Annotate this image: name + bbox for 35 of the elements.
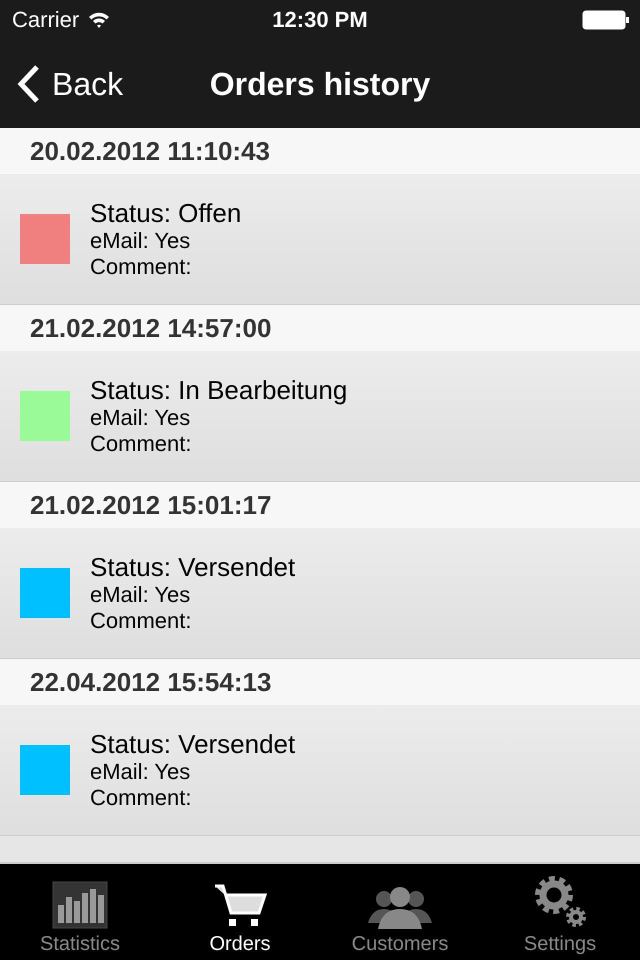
section-header: 21.02.2012 15:01:17	[0, 482, 640, 528]
status-time: 12:30 PM	[272, 7, 368, 33]
battery-icon	[582, 10, 630, 30]
wifi-icon	[87, 11, 112, 29]
people-icon	[368, 885, 432, 929]
tab-item[interactable]: Statistics	[0, 864, 160, 960]
email-text: eMail: Yes	[90, 405, 192, 431]
section-header: 20.02.2012 11:10:43	[0, 128, 640, 174]
status-text: Status: Versendet	[90, 552, 296, 582]
comment-text: Comment:	[90, 608, 192, 634]
back-button[interactable]: Back	[0, 65, 124, 103]
carrier-label: Carrier	[12, 7, 80, 33]
section-header: 22.04.2012 15:54:13	[0, 659, 640, 705]
order-row[interactable]: Status: Versendet eMail: Yes Comment:	[0, 528, 640, 659]
chevron-icon	[16, 65, 40, 103]
comment-text: Comment:	[90, 431, 192, 457]
order-row[interactable]: Status: Offen eMail: Yes Comment:	[0, 174, 640, 305]
comment-text: Comment:	[90, 254, 192, 280]
order-row[interactable]: Status: In Bearbeitung eMail: Yes Comment:	[0, 351, 640, 482]
gears-icon	[532, 873, 588, 929]
tab-item[interactable]: Orders	[160, 864, 320, 960]
section-header: 21.02.2012 14:57:00	[0, 305, 640, 351]
status-text: Status: Versendet	[90, 729, 296, 759]
status-text: Status: Offen	[90, 198, 242, 228]
email-text: eMail: Yes	[90, 759, 192, 785]
bar-chart-icon	[52, 881, 108, 929]
status-text: Status: In Bearbeitung	[90, 375, 348, 405]
email-text: eMail: Yes	[90, 582, 192, 608]
order-row[interactable]: Status: Versendet eMail: Yes Comment:	[0, 705, 640, 836]
cart-icon	[213, 883, 267, 929]
tab-item[interactable]: Settings	[480, 864, 640, 960]
email-text: eMail: Yes	[90, 228, 192, 254]
nav-title: Orders history	[210, 66, 430, 102]
tab-item[interactable]: Customers	[320, 864, 480, 960]
comment-text: Comment:	[90, 785, 192, 811]
